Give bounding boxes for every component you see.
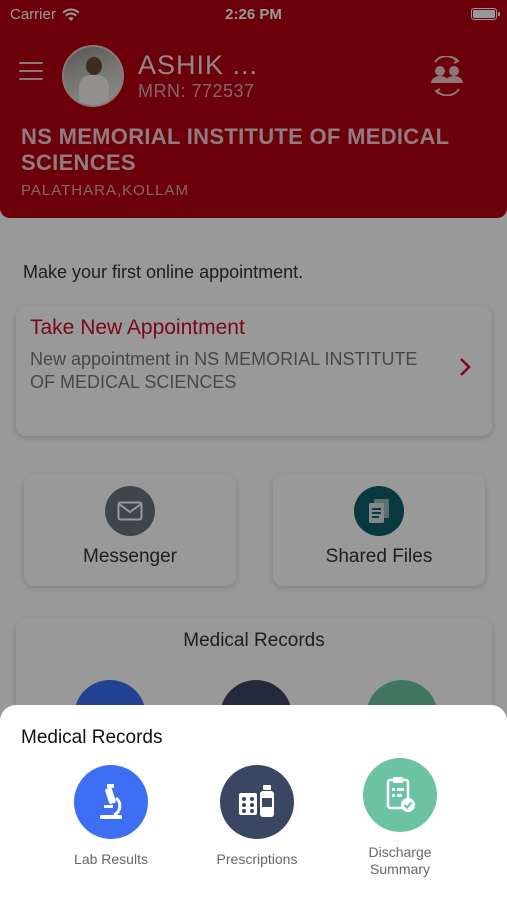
- medicine-icon: [220, 765, 294, 839]
- microscope-icon: [74, 765, 148, 839]
- prescriptions-label: Prescriptions: [216, 851, 298, 867]
- discharge-summary-option[interactable]: Discharge Summary: [345, 758, 455, 878]
- medical-records-sheet: Medical Records Lab Results Prescription…: [0, 705, 507, 900]
- discharge-summary-label: Discharge Summary: [368, 844, 432, 877]
- sheet-title: Medical Records: [21, 727, 163, 748]
- lab-results-label: Lab Results: [74, 851, 148, 867]
- prescriptions-option[interactable]: Prescriptions: [202, 765, 312, 868]
- clipboard-check-icon: [363, 758, 437, 832]
- lab-results-option[interactable]: Lab Results: [56, 765, 166, 868]
